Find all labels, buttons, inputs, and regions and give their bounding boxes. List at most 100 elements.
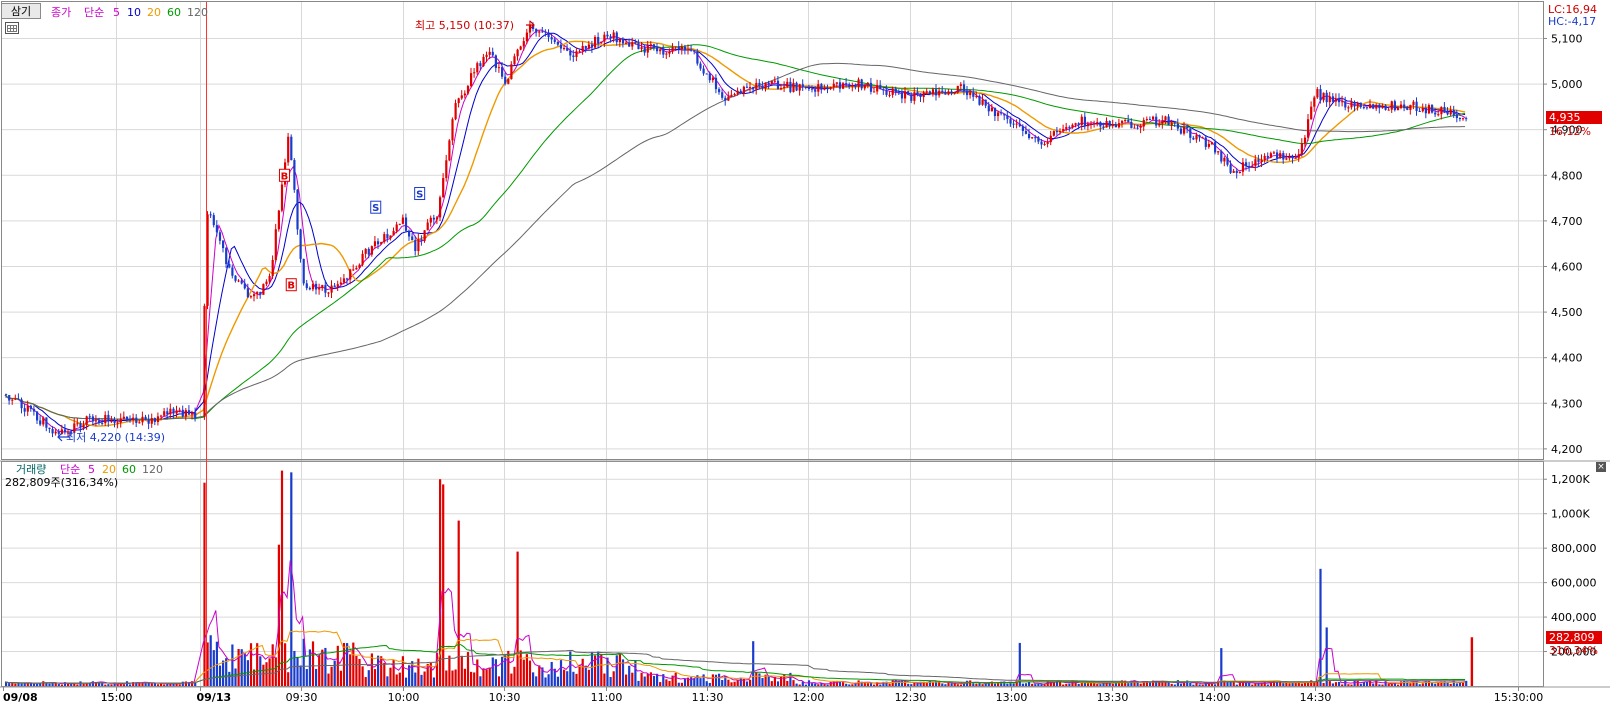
volume-bar [776, 681, 780, 686]
candle [302, 258, 305, 286]
volume-bar [1170, 683, 1173, 686]
volume-bar [1173, 684, 1176, 686]
volume-bar [814, 683, 817, 686]
volume-bar [510, 673, 513, 686]
volume-bar [339, 670, 342, 686]
volume-bar [1043, 684, 1046, 686]
volume-bar [1201, 684, 1204, 686]
volume-bar [646, 673, 649, 686]
svg-text:S: S [372, 203, 379, 214]
volume-bar [442, 484, 445, 686]
price-tick-label: 4,200 [1551, 443, 1583, 456]
volume-bar [845, 683, 848, 686]
volume-bar [445, 670, 448, 686]
volume-bar [423, 671, 426, 686]
volume-bar [559, 660, 563, 686]
volume-bar [916, 683, 919, 686]
buy-marker: B [285, 278, 297, 292]
volume-bar [218, 665, 222, 686]
volume-bar [318, 655, 321, 686]
volume-bar [615, 655, 618, 686]
volume-bar [556, 676, 559, 686]
volume-tick-label: 400,000 [1551, 611, 1597, 624]
volume-bar [535, 676, 538, 686]
volume-bar [798, 684, 801, 686]
volume-bar [1068, 683, 1071, 686]
time-tick-label: 09/08 [3, 691, 38, 704]
volume-bar [358, 658, 361, 686]
volume-bar [597, 651, 600, 686]
volume-bar [398, 672, 401, 686]
volume-bar [634, 660, 637, 686]
volume-bar [699, 678, 702, 686]
volume-bar [714, 674, 718, 686]
close-pane-icon[interactable]: × [1596, 462, 1606, 472]
volume-bar [640, 672, 643, 686]
volume-bar [643, 676, 646, 686]
volume-bar [618, 653, 621, 686]
svg-text:B: B [287, 281, 295, 292]
candle [299, 228, 302, 263]
volume-bar [516, 551, 519, 686]
volume-bar [823, 684, 826, 686]
price-tick-label: 4,700 [1551, 215, 1583, 228]
candle [290, 134, 293, 161]
price-tick-label: 5,000 [1551, 78, 1583, 91]
volume-bar [315, 668, 318, 686]
price-tick-label: 4,800 [1551, 169, 1583, 182]
volume-bar [104, 684, 107, 686]
volume-bar [879, 684, 882, 686]
time-tick-label: 14:30 [1300, 691, 1332, 704]
volume-bar [1344, 680, 1347, 686]
volume-bar [1341, 684, 1344, 686]
volume-bar [463, 668, 466, 686]
volume-bar [389, 667, 392, 686]
volume-bar [290, 472, 293, 686]
candle [293, 158, 296, 193]
price-volume-chart[interactable]: B B S S 최고 5,150 (10:37) 최저 4,220 (14:39) 종… [0, 0, 1610, 710]
volume-bar [739, 677, 742, 686]
volume-bar [1018, 642, 1021, 686]
volume-bar [228, 671, 231, 686]
stock-name-button[interactable]: 삼기 [1, 3, 41, 19]
volume-bar [786, 680, 789, 686]
volume-bar [432, 677, 435, 686]
grid-table-icon[interactable] [5, 22, 19, 34]
volume-bar [956, 684, 959, 686]
volume-bar [377, 655, 380, 686]
volume-bar [330, 666, 333, 686]
candle [439, 195, 442, 222]
volume-bar [659, 682, 662, 686]
volume-bar [1446, 682, 1449, 686]
volume-bar [85, 683, 88, 686]
volume-bar [1077, 683, 1080, 686]
volume-bar [578, 664, 581, 686]
volume-bar [1114, 683, 1117, 686]
price-tick-label: 4,600 [1551, 260, 1583, 273]
volume-bar [1328, 681, 1331, 686]
volume-bar [203, 482, 206, 686]
volume-bar [82, 683, 85, 686]
svg-text:단순: 단순 [60, 463, 80, 476]
volume-bar [1300, 683, 1303, 686]
svg-text:단순: 단순 [84, 6, 104, 19]
volume-bar [48, 683, 51, 686]
volume-bar [1449, 683, 1452, 686]
volume-bar [1065, 683, 1068, 686]
svg-text:최고 5,150 (10:37): 최고 5,150 (10:37) [415, 19, 514, 32]
volume-bar [1421, 683, 1424, 686]
volume-bar [67, 683, 70, 686]
svg-text:종가: 종가 [51, 6, 71, 19]
time-tick-label: 09/13 [197, 691, 232, 704]
volume-bar [420, 674, 423, 686]
volume-tick-label: 600,000 [1551, 577, 1597, 590]
volume-bar [305, 669, 308, 686]
volume-bar [683, 678, 687, 686]
volume-bar [693, 678, 696, 686]
volume-bar [1263, 681, 1266, 686]
volume-bar [1458, 682, 1462, 686]
volume-bar [414, 672, 417, 686]
volume-bar [60, 684, 63, 686]
vol-ma-legend-20: 20 [102, 463, 116, 476]
volume-bar [873, 684, 876, 686]
